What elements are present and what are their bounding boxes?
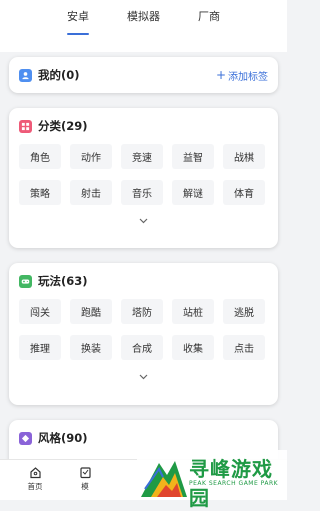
chip-gameplay[interactable]: 闯关 xyxy=(19,299,61,324)
tab-emulator[interactable]: 模拟器 xyxy=(127,8,160,28)
chip-gameplay[interactable]: 逃脱 xyxy=(223,299,265,324)
chip-gameplay[interactable]: 跑酷 xyxy=(70,299,112,324)
add-tag-label: 添加标签 xyxy=(228,71,268,83)
chip-category[interactable]: 动作 xyxy=(70,144,112,169)
chip-category[interactable]: 策略 xyxy=(19,180,61,205)
my-tags-card: 我的(0) + 添加标签 xyxy=(9,57,278,93)
watermark-subtitle: PEAK SEARCH GAME PARK xyxy=(189,480,279,487)
chip-category[interactable]: 体育 xyxy=(223,180,265,205)
chevron-down-icon xyxy=(139,374,148,380)
watermark: 寻峰游戏园 PEAK SEARCH GAME PARK xyxy=(137,450,287,510)
home-icon xyxy=(29,467,41,479)
chip-gameplay[interactable]: 换装 xyxy=(70,335,112,360)
chip-gameplay[interactable]: 塔防 xyxy=(121,299,163,324)
chevron-down-icon xyxy=(139,218,148,224)
gamepad-icon xyxy=(19,274,32,288)
top-tab-bar: 安卓 模拟器 厂商 xyxy=(0,0,287,52)
palette-icon xyxy=(19,431,32,445)
chip-gameplay[interactable]: 点击 xyxy=(223,335,265,360)
tab-manufacturer[interactable]: 厂商 xyxy=(198,8,220,28)
expand-gameplay-button[interactable] xyxy=(9,368,278,386)
gameplay-card: 玩法(63) 闯关 跑酷 塔防 站桩 逃脱 推理 换装 合成 收集 点击 xyxy=(9,263,278,405)
category-card: 分类(29) 角色 动作 竞速 益智 战棋 策略 射击 音乐 解谜 体育 xyxy=(9,108,278,248)
chip-category[interactable]: 战棋 xyxy=(223,144,265,169)
grid-icon xyxy=(19,119,32,133)
expand-categories-button[interactable] xyxy=(9,212,278,230)
chip-category[interactable]: 音乐 xyxy=(121,180,163,205)
chip-gameplay[interactable]: 合成 xyxy=(121,335,163,360)
my-tags-title: 我的(0) xyxy=(38,68,80,82)
add-tag-button[interactable]: + 添加标签 xyxy=(216,68,268,83)
chip-gameplay[interactable]: 收集 xyxy=(172,335,214,360)
chip-category[interactable]: 竞速 xyxy=(121,144,163,169)
plus-icon: + xyxy=(215,68,226,82)
nav-second[interactable]: 模 xyxy=(70,466,100,492)
mountain-logo-icon xyxy=(141,461,187,497)
gameplay-title: 玩法(63) xyxy=(38,274,88,288)
tab-android[interactable]: 安卓 xyxy=(67,8,89,28)
chip-category[interactable]: 角色 xyxy=(19,144,61,169)
chip-category[interactable]: 益智 xyxy=(172,144,214,169)
chip-gameplay[interactable]: 推理 xyxy=(19,335,61,360)
chip-category[interactable]: 解谜 xyxy=(172,180,214,205)
user-icon xyxy=(19,68,32,82)
nav-home-label: 首页 xyxy=(27,482,43,491)
category-title: 分类(29) xyxy=(38,119,88,133)
nav-second-label: 模 xyxy=(81,482,89,491)
chip-category[interactable]: 射击 xyxy=(70,180,112,205)
style-title: 风格(90) xyxy=(38,431,88,445)
window-icon xyxy=(79,467,91,479)
chip-gameplay[interactable]: 站桩 xyxy=(172,299,214,324)
nav-home[interactable]: 首页 xyxy=(20,466,50,492)
